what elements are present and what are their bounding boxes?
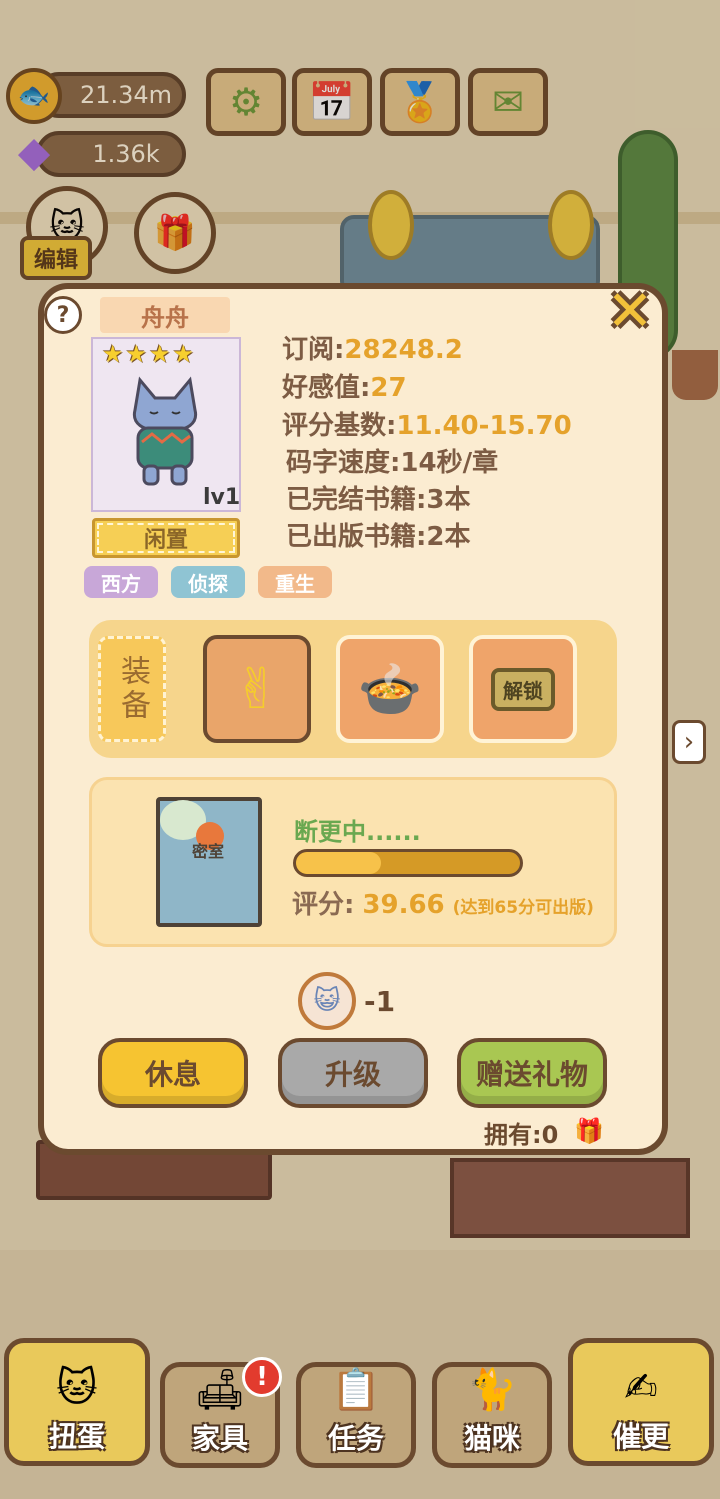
- book-title: 密室: [191, 842, 224, 861]
- score-label: 评分:: [292, 890, 355, 920]
- star-rating: ★ ★ ★ ★: [102, 340, 194, 368]
- book-progress-fill: [296, 852, 382, 874]
- score-note: (达到65分可出版): [452, 898, 594, 918]
- unlock-button[interactable]: 解锁: [491, 667, 555, 711]
- stat-value: 27: [370, 373, 407, 403]
- stat-label: 好感值:: [282, 373, 371, 403]
- nav-label: 猫咪: [463, 1422, 520, 1455]
- book-progress-bar: [293, 849, 523, 877]
- star-icon: ★: [149, 340, 171, 368]
- gift-button[interactable]: 赠送礼物: [457, 1038, 607, 1108]
- stat-label: 已完结书籍:: [286, 485, 427, 515]
- book-status: 断更中......: [294, 818, 421, 846]
- gift-owned-count: 拥有:0: [484, 1121, 559, 1149]
- sofa-icon: 🛋: [194, 1367, 246, 1413]
- help-icon[interactable]: ?: [44, 296, 82, 334]
- tag-detective: 侦探: [171, 566, 245, 598]
- equipment-label-text: 装备: [115, 655, 150, 723]
- nav-label: 催更: [612, 1420, 669, 1453]
- equip-slot-2[interactable]: 🍲: [336, 635, 444, 743]
- stat-affection: 好感值:27: [282, 367, 407, 404]
- stat-writing-speed: 码字速度:14秒/章: [286, 442, 498, 479]
- gift-box-icon: 🎁: [574, 1117, 604, 1145]
- chevron-right-icon: ›: [683, 727, 695, 757]
- tag-rebirth: 重生: [258, 566, 332, 598]
- cat-token-icon: 😺: [298, 972, 356, 1030]
- cat-level: lv1: [203, 485, 241, 510]
- tag-western: 西方: [84, 566, 158, 598]
- notification-badge: !: [242, 1357, 282, 1397]
- stat-score-base: 评分基数:11.40-15.70: [282, 405, 572, 442]
- stat-label: 订阅:: [282, 335, 345, 365]
- food-bowl-icon: 🍲: [357, 659, 423, 720]
- nav-label: 扭蛋: [48, 1420, 105, 1453]
- cat-illustration: [132, 376, 198, 486]
- star-icon: ★: [172, 340, 195, 368]
- nav-urge[interactable]: ✍ 催更: [568, 1338, 714, 1466]
- score-value: 39.66: [362, 890, 445, 920]
- status-button[interactable]: 闲置: [92, 518, 240, 558]
- cost-value: -1: [364, 985, 396, 1018]
- stat-label: 码字速度:: [286, 448, 401, 478]
- equip-slot-3[interactable]: 解锁: [469, 635, 577, 743]
- writing-icon: ✍: [624, 1365, 658, 1411]
- nav-gacha[interactable]: 🐱 扭蛋: [4, 1338, 150, 1466]
- stat-label: 评分基数:: [282, 411, 397, 441]
- close-icon[interactable]: ✕: [604, 284, 656, 340]
- clipboard-icon: 📋: [331, 1367, 381, 1413]
- stat-value: 2本: [426, 522, 471, 552]
- nav-tasks[interactable]: 📋 任务: [296, 1362, 416, 1468]
- book-score: 评分: 39.66 (达到65分可出版): [292, 884, 594, 921]
- cat-name: 舟舟: [100, 297, 230, 333]
- rest-button[interactable]: 休息: [98, 1038, 248, 1108]
- stat-value: 14秒/章: [400, 448, 499, 478]
- stat-value: 3本: [426, 485, 471, 515]
- nav-label: 任务: [327, 1422, 384, 1455]
- star-icon: ★: [125, 340, 148, 368]
- equipment-label: 装备: [98, 636, 166, 742]
- stat-published-books: 已出版书籍:2本: [286, 516, 471, 553]
- next-cat-arrow[interactable]: ›: [672, 720, 706, 764]
- hand-sign-icon: ✌: [233, 656, 281, 722]
- star-icon: ★: [102, 340, 124, 368]
- lucky-cat-icon: 🐱: [56, 1365, 98, 1411]
- stat-label: 已出版书籍:: [286, 522, 427, 552]
- upgrade-button[interactable]: 升级: [278, 1038, 428, 1108]
- nav-label: 家具: [191, 1422, 248, 1455]
- stat-value: 28248.2: [344, 335, 463, 365]
- stat-subscribers: 订阅:28248.2: [282, 329, 463, 366]
- equip-slot-1[interactable]: ✌: [203, 635, 311, 743]
- stat-finished-books: 已完结书籍:3本: [286, 479, 471, 516]
- cat-icon: 🐈: [467, 1367, 517, 1413]
- nav-cats[interactable]: 🐈 猫咪: [432, 1362, 552, 1468]
- stat-value: 11.40-15.70: [396, 411, 572, 441]
